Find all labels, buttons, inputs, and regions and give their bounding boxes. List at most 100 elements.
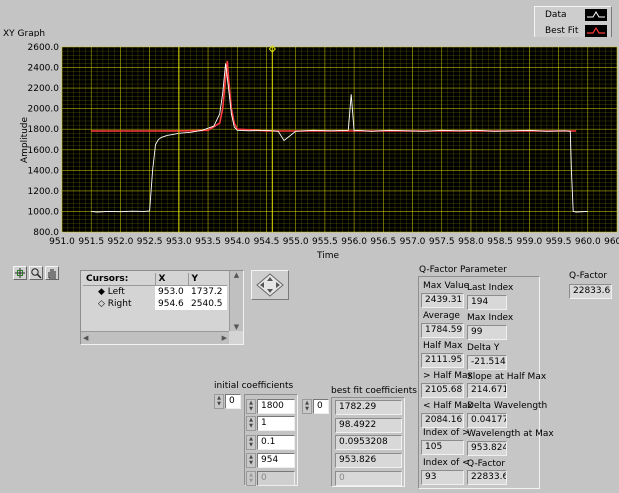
cursor-tool-button[interactable]: [13, 266, 27, 280]
initial-1-spinner[interactable]: ▲ ▼: [246, 416, 256, 431]
x-tick-label: 953.5: [195, 237, 221, 247]
x-tick-label: 955.0: [283, 237, 309, 247]
initial-3-spinner[interactable]: ▲ ▼: [246, 453, 256, 468]
plot-area[interactable]: [62, 47, 617, 232]
x-tick-label: 954.0: [224, 237, 250, 247]
y-tick-label: 1600.0: [28, 146, 60, 156]
cursor-move-button[interactable]: [251, 270, 289, 300]
slope-label: Slope at Half Max: [467, 372, 547, 382]
cursor-right-y[interactable]: 2540.5: [188, 298, 227, 310]
initial-0-spinner[interactable]: ▲ ▼: [246, 399, 256, 414]
diamond-outline-icon: ◇: [98, 299, 105, 309]
y-tick-label: 2000.0: [28, 105, 60, 115]
pan-tool-button[interactable]: [45, 266, 59, 280]
initial-coeff-label: initial coefficients: [214, 381, 294, 391]
qparam-qfactor-label: Q-Factor: [467, 459, 506, 469]
cursor-vscrollbar[interactable]: ▲ ▼: [229, 271, 243, 331]
lt-half-max-display: 2084.16: [421, 413, 464, 428]
bestfit-index-spinner[interactable]: ▲ ▼: [302, 399, 312, 414]
cursor-row-name[interactable]: ◆ Left: [83, 286, 155, 299]
x-tick-label: 956.0: [341, 237, 367, 247]
initial-coeff-4-input: 0: [257, 471, 295, 486]
x-tick-label: 951.5: [78, 237, 104, 247]
cursor-row-name[interactable]: ◇ Right: [83, 298, 155, 310]
x-tick-label: 957.0: [400, 237, 426, 247]
x-axis-ticks: 951.0 951.5 952.0 952.5 953.0 953.5 954.0 954.5…: [49, 237, 619, 247]
diamond-filled-icon: ◆: [98, 287, 105, 297]
index-lt-display: 93: [421, 470, 464, 485]
delta-wl-display: 0.041772: [467, 413, 507, 428]
initial-coeff-3-input[interactable]: 954: [257, 453, 295, 468]
y-axis-label: Amplitude: [20, 116, 30, 163]
bestfit-coeff-2: 0.0953208: [335, 435, 402, 450]
x-tick-label: 956.5: [370, 237, 396, 247]
initial-coeff-2-input[interactable]: 0.1: [257, 435, 295, 450]
y-tick-label: 2600.0: [28, 43, 60, 53]
scroll-up-icon[interactable]: ▲: [230, 271, 243, 279]
lt-half-max-label: < Half Max: [423, 401, 473, 411]
crosshair-icon: [15, 268, 25, 278]
bestfit-coeff-1: 98.4922: [335, 418, 402, 433]
initial-index-spinner[interactable]: ▲ ▼: [214, 394, 224, 409]
cursor-legend[interactable]: Cursors: X Y ◆ Left 953.0 1737.2 ◇ Right…: [80, 270, 244, 345]
x-tick-label: 958.0: [458, 237, 484, 247]
x-tick-label: 959.0: [516, 237, 542, 247]
y-tick-label: 1200.0: [28, 187, 60, 197]
bestfit-coeff-label: best fit coefficients: [331, 386, 417, 396]
initial-coeff-0-input[interactable]: 1800: [257, 399, 295, 414]
y-tick-label: 2200.0: [28, 84, 60, 94]
bestfit-coeff-0: 1782.29: [335, 400, 402, 415]
cursor-right-x[interactable]: 954.6: [155, 298, 189, 310]
qfactor-display: 22833.6: [569, 284, 612, 299]
max-value-display: 2439.31: [421, 293, 464, 308]
index-gt-display: 105: [421, 440, 464, 455]
cursor-hscrollbar[interactable]: ◀ ▶: [81, 331, 229, 344]
index-gt-label: Index of >: [423, 428, 470, 438]
y-tick-label: 1000.0: [28, 207, 60, 217]
average-display: 1784.59: [421, 323, 464, 338]
cursor-right-name: Right: [107, 299, 132, 309]
x-tick-label: 953.0: [166, 237, 192, 247]
cursor-left-y[interactable]: 1737.2: [188, 285, 227, 298]
y-tick-label: 1800.0: [28, 125, 60, 135]
delta-wl-label: Delta Wavelength: [467, 401, 548, 411]
table-row[interactable]: ◆ Left 953.0 1737.2: [83, 285, 227, 299]
x-tick-label: 960.0: [575, 237, 601, 247]
delta-y-label: Delta Y: [467, 343, 500, 353]
y-axis-ticks: 800.0 1000.0 1200.0 1400.0 1600.0 1800.0 2000.…: [28, 43, 60, 238]
x-tick-label: 959.5: [546, 237, 572, 247]
x-tick-label: 952.5: [137, 237, 163, 247]
qparam-qfactor-display: 22833.6: [467, 470, 507, 485]
gt-half-max-label: > Half Max: [423, 371, 473, 381]
initial-2-spinner[interactable]: ▲ ▼: [246, 435, 256, 450]
wl-max-display: 953.824: [467, 441, 507, 456]
table-row[interactable]: ◇ Right 954.6 2540.5: [83, 298, 227, 310]
x-axis-label: Time: [316, 251, 339, 261]
cursor-left-x[interactable]: 953.0: [155, 285, 189, 298]
zoom-icon: [31, 268, 42, 279]
qfactor-label: Q-Factor: [569, 271, 608, 281]
y-tick-label: 800.0: [33, 228, 59, 238]
cursor-col-x: X: [154, 273, 189, 286]
slope-display: 214.671: [467, 383, 507, 398]
x-tick-label: 952.0: [108, 237, 134, 247]
xy-graph[interactable]: 951.0 951.5 952.0 952.5 953.0 953.5 954.0 954.5…: [0, 0, 619, 265]
delta-y-display: -21.5141: [467, 355, 507, 370]
scroll-down-icon[interactable]: ▼: [230, 323, 243, 331]
x-tick-label: 951.0: [49, 237, 75, 247]
index-lt-label: Index of <: [423, 458, 470, 468]
max-index-label: Max Index: [467, 313, 514, 323]
x-tick-label: 960.5: [604, 237, 619, 247]
initial-coeff-1-input[interactable]: 1: [257, 416, 295, 431]
hand-icon: [48, 269, 56, 279]
wl-max-label: Wavelength at Max: [467, 429, 554, 439]
scroll-left-icon[interactable]: ◀: [83, 334, 88, 342]
initial-index-input[interactable]: 0: [225, 394, 241, 409]
cursor-table: Cursors: X Y ◆ Left 953.0 1737.2 ◇ Right…: [83, 273, 227, 310]
zoom-tool-button[interactable]: [29, 266, 43, 280]
cursor-left-name: Left: [107, 287, 125, 297]
y-tick-label: 2400.0: [28, 64, 60, 74]
bestfit-index-input[interactable]: 0: [313, 399, 329, 414]
x-tick-label: 958.5: [487, 237, 513, 247]
scroll-right-icon[interactable]: ▶: [222, 334, 227, 342]
